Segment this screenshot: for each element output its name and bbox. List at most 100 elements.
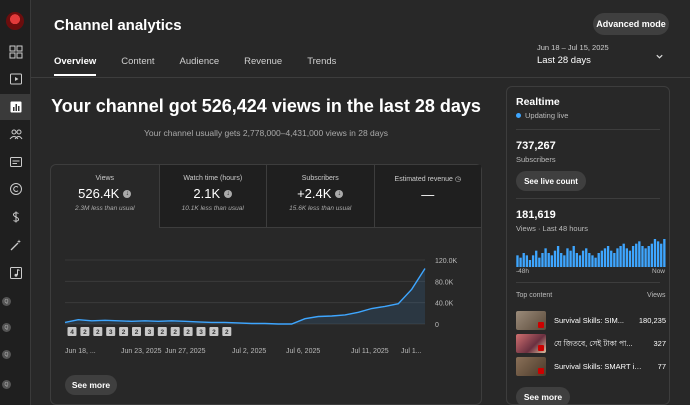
realtime-views-label: Views · Last 48 hours — [516, 224, 588, 233]
realtime-title: Realtime — [516, 96, 560, 108]
x-tick-label: Jun 27, 2025 — [165, 348, 206, 355]
earn-icon[interactable] — [0, 204, 31, 230]
video-thumbnail[interactable] — [516, 311, 546, 330]
video-title[interactable]: Survival Skills: SMART id... — [554, 362, 642, 371]
tab-audience[interactable]: Audience — [180, 56, 220, 76]
x-tick-label: Jul 2, 2025 — [232, 348, 266, 355]
realtime-bar — [619, 246, 622, 267]
page-title: Channel analytics — [54, 17, 182, 34]
annotation-marker-label: 3 — [148, 329, 152, 336]
data-point — [237, 321, 240, 324]
data-point — [103, 319, 106, 322]
see-more-button[interactable]: See more — [65, 375, 117, 395]
annotation-marker-label: 3 — [199, 329, 203, 336]
realtime-bar — [531, 255, 535, 267]
divider — [516, 198, 660, 199]
subtitles-icon[interactable] — [0, 149, 31, 175]
realtime-bar — [572, 246, 575, 267]
realtime-bar — [613, 253, 616, 267]
video-thumbnail[interactable] — [516, 334, 546, 353]
channel-dot-icon[interactable]: Q — [2, 323, 11, 332]
metric-views[interactable]: Views 526.4K ↓ 2.3M less than usual — [51, 165, 159, 228]
data-point — [170, 319, 173, 322]
data-point — [357, 311, 360, 314]
y-tick-label: 0 — [435, 322, 439, 329]
chevron-down-icon[interactable] — [655, 52, 664, 63]
annotation-marker-label: 2 — [212, 329, 216, 336]
tab-overview[interactable]: Overview — [54, 56, 97, 76]
top-content-row[interactable]: Survival Skills: SIM... 180,235 — [516, 311, 666, 331]
copyright-icon[interactable] — [0, 176, 31, 202]
arrow-down-icon: ↓ — [335, 189, 344, 198]
realtime-bar — [641, 246, 644, 267]
metric-value: 526.4K — [78, 186, 120, 201]
metric-subscribers[interactable]: Subscribers +2.4K ↓ 15.6K less than usua… — [266, 165, 374, 228]
metric-value: — — [421, 187, 435, 202]
data-point — [317, 315, 320, 318]
realtime-bar — [625, 248, 628, 267]
top-content-title: Top content — [516, 292, 553, 299]
realtime-bar — [575, 253, 578, 267]
video-thumbnail[interactable] — [516, 357, 546, 376]
data-point — [330, 314, 333, 317]
audio-library-icon[interactable] — [0, 260, 31, 286]
arrow-down-icon: ↓ — [123, 189, 132, 198]
dashboard-icon[interactable] — [0, 39, 31, 65]
views-chart[interactable]: 120.0K 80.0K 40.0K 0 4 2 2 3 2 2 3 2 2 2 3 2 2 Jun 18, ..… — [51, 229, 481, 359]
realtime-bar — [603, 248, 607, 267]
community-icon[interactable] — [0, 121, 31, 147]
tab-bar: Overview Content Audience Revenue Trends — [54, 56, 361, 76]
video-views: 180,235 — [638, 316, 666, 325]
analytics-icon[interactable] — [0, 94, 31, 120]
video-title[interactable]: Survival Skills: SIM... — [554, 316, 642, 325]
date-range[interactable]: Jun 18 – Jul 15, 2025 — [537, 43, 609, 52]
advanced-mode-button[interactable]: Advanced mode — [593, 13, 669, 35]
realtime-bar — [553, 250, 557, 267]
channel-avatar[interactable] — [6, 12, 24, 30]
data-point — [397, 302, 400, 305]
realtime-bar — [525, 255, 529, 267]
realtime-bar-chart[interactable] — [516, 237, 666, 267]
realtime-see-more-button[interactable]: See more — [516, 387, 570, 405]
realtime-bar — [597, 253, 600, 267]
metric-label: Estimated revenue — [394, 176, 453, 183]
metric-revenue[interactable]: Estimated revenue ◷ — — [373, 165, 481, 228]
realtime-bar — [569, 250, 572, 267]
realtime-bar — [563, 255, 566, 267]
metric-tabs: Views 526.4K ↓ 2.3M less than usual Watc… — [51, 165, 481, 228]
metric-watch-time[interactable]: Watch time (hours) 2.1K ↓ 10.1K less tha… — [158, 165, 266, 228]
realtime-bar — [628, 250, 632, 267]
content-icon[interactable] — [0, 66, 31, 92]
clock-icon: ◷ — [454, 176, 461, 183]
realtime-bar — [650, 243, 654, 267]
channel-dot-icon[interactable]: Q — [2, 350, 11, 359]
video-title[interactable]: যে জিতবে, সেই টাকা পা... — [554, 339, 642, 351]
tab-revenue[interactable]: Revenue — [244, 56, 282, 76]
tab-content[interactable]: Content — [121, 56, 154, 76]
live-dot-icon — [516, 113, 521, 118]
realtime-bar — [610, 250, 613, 267]
x-tick-label: Jul 6, 2025 — [286, 348, 320, 355]
realtime-bar — [566, 248, 569, 267]
channel-dot-icon[interactable]: Q — [2, 380, 11, 389]
channel-dot-icon[interactable]: Q — [2, 297, 11, 306]
realtime-bar — [644, 248, 647, 267]
annotation-marker-label: 2 — [186, 329, 190, 336]
data-point — [277, 322, 280, 325]
data-point — [290, 322, 293, 325]
date-period-label[interactable]: Last 28 days — [537, 55, 591, 66]
realtime-bar — [547, 253, 550, 267]
data-point — [263, 322, 266, 325]
top-content-row[interactable]: Survival Skills: SMART id... 77 — [516, 357, 666, 377]
customization-icon[interactable] — [0, 232, 31, 258]
summary-subline: Your channel usually gets 2,778,000–4,43… — [143, 128, 388, 138]
realtime-bar — [519, 257, 522, 267]
top-content-row[interactable]: যে জিতবে, সেই টাকা পা... 327 — [516, 334, 666, 354]
realtime-bar — [560, 253, 563, 267]
header-divider — [31, 77, 690, 78]
see-live-count-button[interactable]: See live count — [516, 171, 586, 191]
tab-trends[interactable]: Trends — [307, 56, 336, 76]
realtime-bar — [660, 243, 663, 267]
x-tick-label: Jun 23, 2025 — [121, 348, 162, 355]
realtime-bar — [550, 255, 553, 267]
